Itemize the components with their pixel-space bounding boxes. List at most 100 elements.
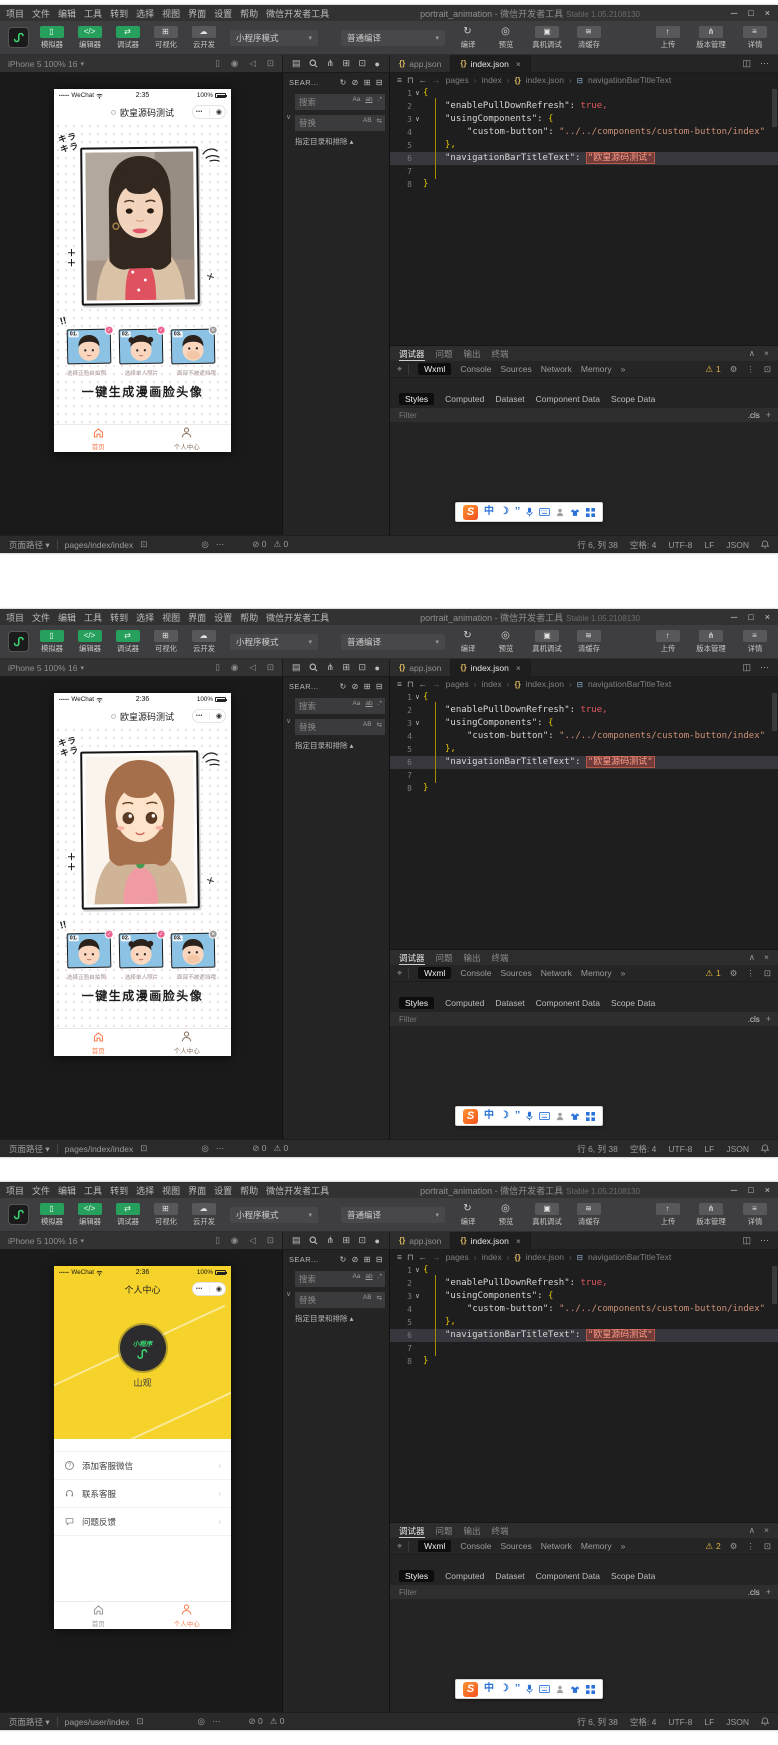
menu-goto[interactable]: 转到 (110, 7, 128, 20)
explorer-icon[interactable]: ▤ (292, 1235, 301, 1246)
maximize-icon[interactable]: □ (748, 612, 753, 622)
close-panel-icon[interactable]: × (764, 1525, 769, 1536)
close-icon[interactable]: × (765, 612, 770, 622)
editor-button[interactable]: </>编辑器 (74, 630, 105, 654)
tab-computed[interactable]: Computed (445, 998, 484, 1008)
menu-edit[interactable]: 编辑 (58, 1184, 76, 1197)
tab-output[interactable]: 输出 (464, 952, 481, 964)
microphone-icon[interactable] (526, 1111, 533, 1121)
tab-terminal[interactable]: 终端 (492, 952, 509, 964)
tab-dataset[interactable]: Dataset (495, 1571, 524, 1581)
maximize-icon[interactable]: □ (748, 1185, 753, 1195)
code-editor[interactable]: 1∨{ 2"enablePullDownRefresh": true, 3∨"u… (390, 1264, 778, 1368)
device-selector[interactable]: iPhone 5 100% 16 (8, 1236, 77, 1246)
copy-path-icon[interactable]: ⊡ (136, 1716, 143, 1727)
active-panel-icon[interactable]: ● (375, 663, 380, 673)
cls-toggle[interactable]: .cls (748, 1015, 760, 1024)
crumb-pages[interactable]: pages (446, 679, 469, 689)
extensions-icon[interactable]: ⊞ (342, 662, 350, 673)
status-more-icon[interactable]: ⋯ (212, 1716, 221, 1727)
tab-console[interactable]: Console (460, 1541, 491, 1551)
night-mode-icon[interactable]: ☽ (500, 507, 509, 517)
visual-button[interactable]: ⊞可视化 (150, 1203, 181, 1227)
mode-dropdown[interactable]: 小程序模式▾ (230, 634, 318, 650)
tab-console[interactable]: Console (460, 968, 491, 978)
punctuation-icon[interactable]: ’’ (515, 507, 520, 517)
crumb-symbol[interactable]: navigationBarTitleText (588, 75, 671, 85)
code-editor[interactable]: 1∨{ 2"enablePullDownRefresh": true, 3∨"u… (390, 87, 778, 191)
device-selector[interactable]: iPhone 5 100% 16 (8, 59, 77, 69)
bell-icon[interactable] (761, 540, 769, 549)
skin-shirt-icon[interactable] (570, 508, 580, 517)
eye-icon[interactable]: ◎ (201, 1143, 208, 1154)
error-count[interactable]: ⊘ 0 (252, 539, 266, 550)
menu-view[interactable]: 视图 (162, 611, 180, 624)
gear-icon[interactable]: ⚙ (730, 364, 738, 375)
toggle-replace-icon[interactable]: ∨ (286, 113, 291, 121)
cursor-position[interactable]: 行 6, 列 38 (577, 539, 618, 551)
add-style-icon[interactable]: + (766, 1587, 771, 1597)
preview-window-icon[interactable]: ⊡ (358, 662, 366, 673)
path-mode-selector[interactable]: 页面路径 ▾ (9, 539, 50, 551)
filter-input[interactable] (397, 1014, 742, 1025)
match-case-icon[interactable]: Aa (351, 95, 361, 104)
preview-button[interactable]: ◎预览 (490, 1203, 521, 1227)
fold-icon[interactable]: ∨ (412, 1290, 423, 1303)
compile-mode-dropdown[interactable]: 普通编译▾ (341, 30, 445, 46)
photo-frame[interactable] (80, 146, 200, 305)
menu-help[interactable]: 帮助 (240, 611, 258, 624)
kebab-menu-icon[interactable]: ⋮ (746, 364, 755, 375)
tab-wxml[interactable]: Wxml (418, 1540, 451, 1552)
preserve-case-icon[interactable]: AB (362, 116, 373, 126)
back-icon[interactable]: ← (419, 1252, 428, 1262)
photo-frame[interactable] (80, 750, 200, 909)
fold-icon[interactable]: ∨ (412, 113, 423, 126)
menu-interface[interactable]: 界面 (188, 1184, 206, 1197)
indent-setting[interactable]: 空格: 4 (630, 1716, 656, 1728)
outline-icon[interactable]: ≡ (397, 75, 402, 85)
person-icon[interactable] (556, 1112, 564, 1121)
simulator-button[interactable]: ▯模拟器 (36, 26, 67, 50)
tab-output[interactable]: 输出 (464, 1525, 481, 1537)
eol-setting[interactable]: LF (704, 1717, 714, 1727)
simulator-button[interactable]: ▯模拟器 (36, 630, 67, 654)
tab-computed[interactable]: Computed (445, 1571, 484, 1581)
match-case-icon[interactable]: Aa (351, 1272, 361, 1281)
account-avatar[interactable] (8, 631, 29, 652)
chevron-down-icon[interactable]: ▾ (80, 60, 84, 68)
path-mode-selector[interactable]: 页面路径 ▾ (9, 1716, 50, 1728)
warning-count[interactable]: ⚠ 0 (273, 1143, 288, 1154)
person-icon[interactable] (556, 1685, 564, 1694)
fold-icon[interactable]: ∨ (412, 691, 423, 704)
forward-icon[interactable]: → (432, 679, 441, 689)
menu-edit[interactable]: 编辑 (58, 611, 76, 624)
menu-interface[interactable]: 界面 (188, 7, 206, 20)
menu-wechat-devtools[interactable]: 微信开发者工具 (266, 611, 329, 624)
preview-button[interactable]: ◎预览 (490, 630, 521, 654)
replace-all-icon[interactable]: ⇆ (376, 116, 383, 126)
error-count[interactable]: ⊘ 0 (248, 1716, 262, 1727)
search-icon[interactable] (309, 663, 318, 672)
more-actions-icon[interactable]: ⋯ (760, 1235, 769, 1246)
debugger-button[interactable]: ⇄调试器 (112, 1203, 143, 1227)
replace-all-icon[interactable]: ⇆ (376, 720, 383, 730)
cloud-dev-button[interactable]: ☁云开发 (188, 26, 219, 50)
sound-icon[interactable]: ◁ (249, 662, 256, 673)
tab-styles[interactable]: Styles (399, 393, 434, 405)
status-more-icon[interactable]: ⋯ (216, 1143, 225, 1154)
bell-icon[interactable] (761, 1717, 769, 1726)
warning-count[interactable]: ⚠ 0 (273, 539, 288, 550)
bookmark-icon[interactable]: ⊓ (407, 679, 414, 690)
tab-debugger[interactable]: 调试器 (399, 348, 425, 360)
gear-icon[interactable]: ⚙ (730, 968, 738, 979)
record-icon[interactable]: ◉ (231, 58, 238, 69)
eol-setting[interactable]: LF (704, 1144, 714, 1154)
error-count[interactable]: ⊘ 0 (252, 1143, 266, 1154)
tab-home[interactable]: 首页 (54, 1602, 143, 1629)
fold-icon[interactable]: ∨ (412, 717, 423, 730)
split-editor-icon[interactable]: ◫ (742, 58, 751, 69)
crumb-symbol[interactable]: navigationBarTitleText (588, 1252, 671, 1262)
menu-select[interactable]: 选择 (136, 611, 154, 624)
menu-file[interactable]: 文件 (32, 7, 50, 20)
float-window-icon[interactable]: ⊡ (267, 662, 274, 673)
